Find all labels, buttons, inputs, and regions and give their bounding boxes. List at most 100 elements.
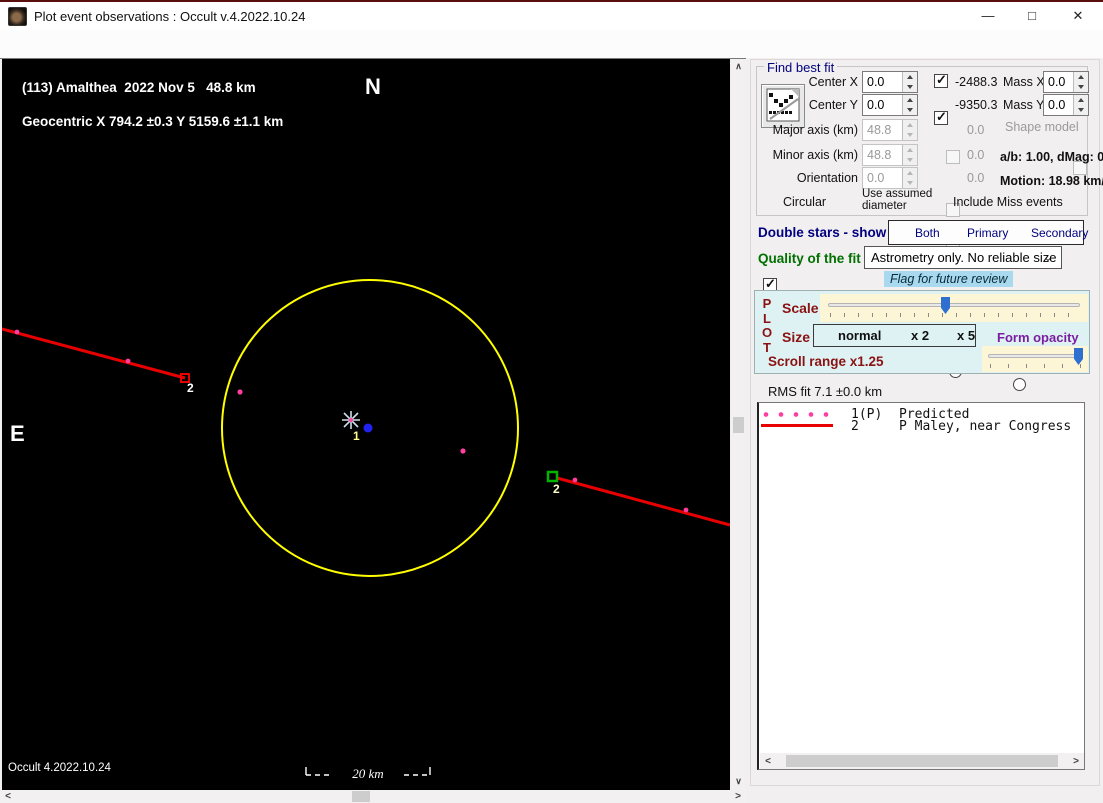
use-assumed-diameter-label: Use assumed diameter bbox=[862, 188, 932, 212]
observer-line-sample bbox=[761, 424, 833, 427]
quality-dropdown[interactable]: Astrometry only. No reliable size ⌄ bbox=[864, 246, 1062, 269]
east-label: E bbox=[10, 421, 25, 446]
orientation-spin-buttons bbox=[902, 168, 917, 188]
minor-axis-spin-buttons bbox=[902, 145, 917, 165]
scroll-up-icon[interactable]: ∧ bbox=[731, 61, 746, 72]
quality-dropdown-value: Astrometry only. No reliable size bbox=[871, 250, 1057, 265]
center-x-spinner[interactable]: 0.0 bbox=[862, 71, 918, 93]
center-x-value[interactable]: 0.0 bbox=[863, 72, 902, 92]
scale-slider-thumb[interactable] bbox=[941, 297, 950, 314]
maximize-button[interactable]: □ bbox=[1012, 2, 1052, 30]
spin-up-icon[interactable] bbox=[1074, 95, 1088, 105]
form-opacity-thumb[interactable] bbox=[1074, 348, 1083, 365]
scroll-down-icon[interactable]: ∨ bbox=[731, 776, 746, 787]
center-y-spin-buttons[interactable] bbox=[902, 95, 917, 115]
minor-axis-label: Minor axis (km) bbox=[772, 148, 858, 162]
spin-up-icon[interactable] bbox=[903, 95, 917, 105]
center-y-label: Center Y bbox=[808, 98, 858, 112]
offset-x-checkbox[interactable] bbox=[934, 72, 948, 88]
scroll-left-icon[interactable]: < bbox=[762, 756, 774, 767]
mass-x-spin-buttons[interactable] bbox=[1073, 72, 1088, 92]
chevron-down-icon[interactable]: ⌄ bbox=[1043, 250, 1053, 264]
plot-header-line1: (113) Amalthea 2022 Nov 5 48.8 km bbox=[22, 80, 256, 95]
close-button[interactable]: ✕ bbox=[1058, 2, 1098, 30]
scroll-range-label: Scroll range x1.25 bbox=[768, 354, 884, 369]
ab-dmag-label: a/b: 1.00, dMag: 0.00 bbox=[1000, 150, 1103, 164]
chord-left-label: 2 bbox=[187, 381, 194, 395]
predicted-star-center bbox=[349, 418, 353, 422]
legend-hscroll-thumb[interactable] bbox=[786, 755, 1058, 767]
major-axis-value: 48.8 bbox=[867, 123, 892, 137]
center-x-spin-buttons[interactable] bbox=[902, 72, 917, 92]
double-stars-secondary-label[interactable]: Secondary bbox=[1031, 226, 1088, 240]
quality-of-fit-label: Quality of the fit bbox=[758, 251, 861, 266]
plot-vertical-scrollbar[interactable]: ∧ ∨ bbox=[731, 59, 746, 790]
plot-hscroll-thumb[interactable] bbox=[352, 791, 370, 802]
offset-y-value: -9350.3 bbox=[955, 98, 998, 112]
plot-letter-l: L bbox=[763, 310, 771, 326]
scroll-left-icon[interactable]: < bbox=[2, 791, 14, 802]
double-stars-secondary-radio[interactable] bbox=[1013, 378, 1026, 391]
spin-down-icon[interactable] bbox=[903, 105, 917, 115]
spin-down-icon[interactable] bbox=[1074, 105, 1088, 115]
double-stars-both-label[interactable]: Both bbox=[915, 226, 940, 240]
mass-y-spin-buttons[interactable] bbox=[1073, 95, 1088, 115]
scale-label: Scale bbox=[782, 300, 819, 316]
scale-bar-label: 20 km bbox=[352, 766, 384, 781]
find-best-fit-title: Find best fit bbox=[764, 60, 838, 75]
orientation-value: 0.0 bbox=[867, 171, 885, 185]
scroll-right-icon[interactable]: > bbox=[732, 791, 744, 802]
size-x5-label[interactable]: x 5 bbox=[957, 328, 975, 343]
chord-right-line bbox=[556, 476, 730, 527]
minimize-button[interactable]: — bbox=[968, 2, 1008, 30]
chord-right-label: 2 bbox=[553, 482, 560, 496]
major-axis-fit-checkbox bbox=[946, 150, 960, 164]
minor-axis-err: 0.0 bbox=[967, 148, 985, 162]
mass-x-value[interactable]: 0.0 bbox=[1044, 72, 1073, 92]
orientation-spinner: 0.0 bbox=[862, 167, 918, 189]
spin-up-icon[interactable] bbox=[1074, 72, 1088, 82]
spin-down-icon bbox=[903, 130, 917, 140]
scale-slider-groove[interactable] bbox=[828, 303, 1080, 307]
mass-x-label: Mass X bbox=[1003, 75, 1045, 89]
form-opacity-groove[interactable] bbox=[988, 354, 1082, 358]
mass-x-spinner[interactable]: 0.0 bbox=[1043, 71, 1089, 93]
double-stars-primary-label[interactable]: Primary bbox=[967, 226, 1008, 240]
app-icon bbox=[8, 7, 27, 26]
mass-y-value[interactable]: 0.0 bbox=[1044, 95, 1073, 115]
legend-list[interactable]: 1(P) Predicted 2 P Maley, near Congress … bbox=[757, 402, 1085, 770]
menu-bar: with Plot... Plot options... ? Help Keep… bbox=[0, 30, 1103, 94]
center-y-value[interactable]: 0.0 bbox=[863, 95, 902, 115]
mass-y-spinner[interactable]: 0.0 bbox=[1043, 94, 1089, 116]
size-x2-label[interactable]: x 2 bbox=[911, 328, 929, 343]
major-axis-spinner: 48.8 bbox=[862, 119, 918, 141]
minor-axis-spinner: 48.8 bbox=[862, 144, 918, 166]
offset-x-value: -2488.3 bbox=[955, 75, 998, 89]
spin-down-icon[interactable] bbox=[1074, 82, 1088, 92]
predicted-line-sample bbox=[763, 412, 833, 417]
spin-up-icon[interactable] bbox=[903, 72, 917, 82]
plot-horizontal-scrollbar[interactable]: < > bbox=[0, 790, 746, 803]
plot-header-line2: Geocentric X 794.2 ±0.3 Y 5159.6 ±1.1 km bbox=[22, 114, 284, 129]
legend-entry-2-name[interactable]: P Maley, near Congress bbox=[899, 419, 1071, 434]
plot-vscroll-thumb[interactable] bbox=[733, 417, 744, 433]
minor-axis-value: 48.8 bbox=[867, 148, 892, 162]
plot-vertical-label: P L O T bbox=[761, 296, 773, 355]
legend-hscrollbar[interactable]: < > bbox=[760, 753, 1084, 769]
spin-down-icon bbox=[903, 155, 917, 165]
offset-y-checkbox[interactable] bbox=[934, 109, 948, 125]
major-axis-spin-buttons bbox=[902, 120, 917, 140]
scale-slider[interactable] bbox=[820, 294, 1088, 322]
size-normal-label[interactable]: normal bbox=[838, 328, 881, 343]
mass-y-label: Mass Y bbox=[1003, 98, 1045, 112]
form-opacity-slider[interactable] bbox=[982, 346, 1088, 372]
spin-down-icon[interactable] bbox=[903, 82, 917, 92]
legend-entry-2-id[interactable]: 2 bbox=[851, 419, 859, 434]
scale-slider-ticks bbox=[830, 313, 1080, 317]
scroll-right-icon[interactable]: > bbox=[1070, 756, 1082, 767]
double-stars-label: Double stars - show bbox=[758, 225, 887, 240]
occultation-plot[interactable]: 2 2 1 (113) Amalthea 2022 Nov 5 48.8 km … bbox=[2, 59, 730, 790]
fitted-center-dot bbox=[363, 423, 373, 433]
center-y-spinner[interactable]: 0.0 bbox=[862, 94, 918, 116]
size-label: Size bbox=[782, 329, 811, 345]
